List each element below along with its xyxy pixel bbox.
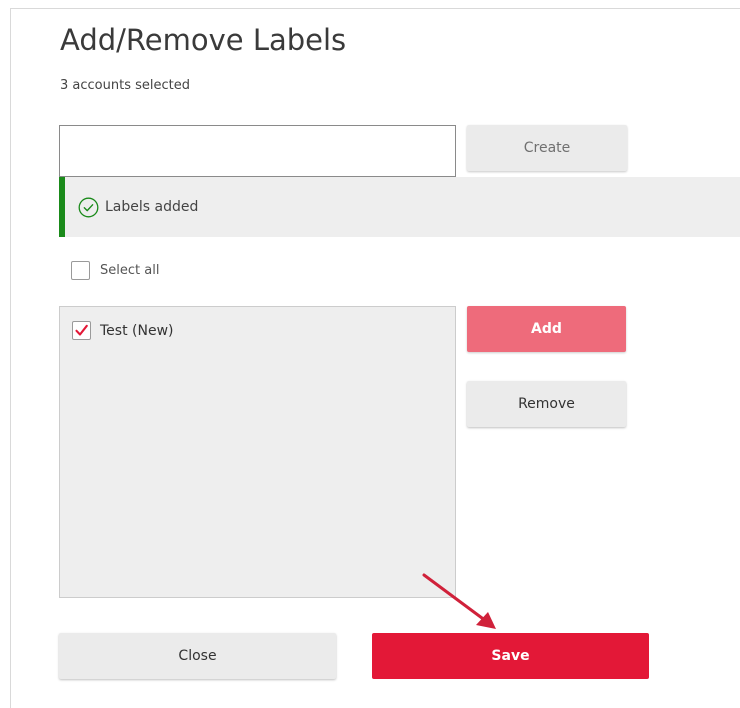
- list-item-label: Test (New): [100, 322, 174, 339]
- select-all-control[interactable]: Select all: [71, 261, 159, 280]
- remove-button[interactable]: Remove: [467, 381, 626, 427]
- new-label-input[interactable]: [59, 125, 456, 177]
- select-all-checkbox[interactable]: [71, 261, 90, 280]
- list-item-checkbox[interactable]: [72, 321, 91, 340]
- annotation-arrow-icon: [422, 573, 496, 629]
- labels-list: Test (New): [59, 306, 456, 598]
- add-remove-labels-dialog: Add/Remove Labels 3 accounts selected Cr…: [10, 8, 740, 708]
- list-item[interactable]: Test (New): [72, 321, 173, 340]
- add-button[interactable]: Add: [467, 306, 626, 352]
- alert-message: Labels added: [105, 199, 199, 215]
- selected-count-text: 3 accounts selected: [60, 78, 190, 93]
- check-circle-icon: [78, 197, 99, 218]
- select-all-label: Select all: [100, 263, 160, 278]
- checkmark-icon: [75, 324, 88, 336]
- success-alert: Labels added: [59, 177, 740, 237]
- dialog-title: Add/Remove Labels: [60, 23, 347, 57]
- save-button[interactable]: Save: [372, 633, 649, 679]
- create-button[interactable]: Create: [467, 125, 627, 171]
- close-button[interactable]: Close: [59, 633, 336, 679]
